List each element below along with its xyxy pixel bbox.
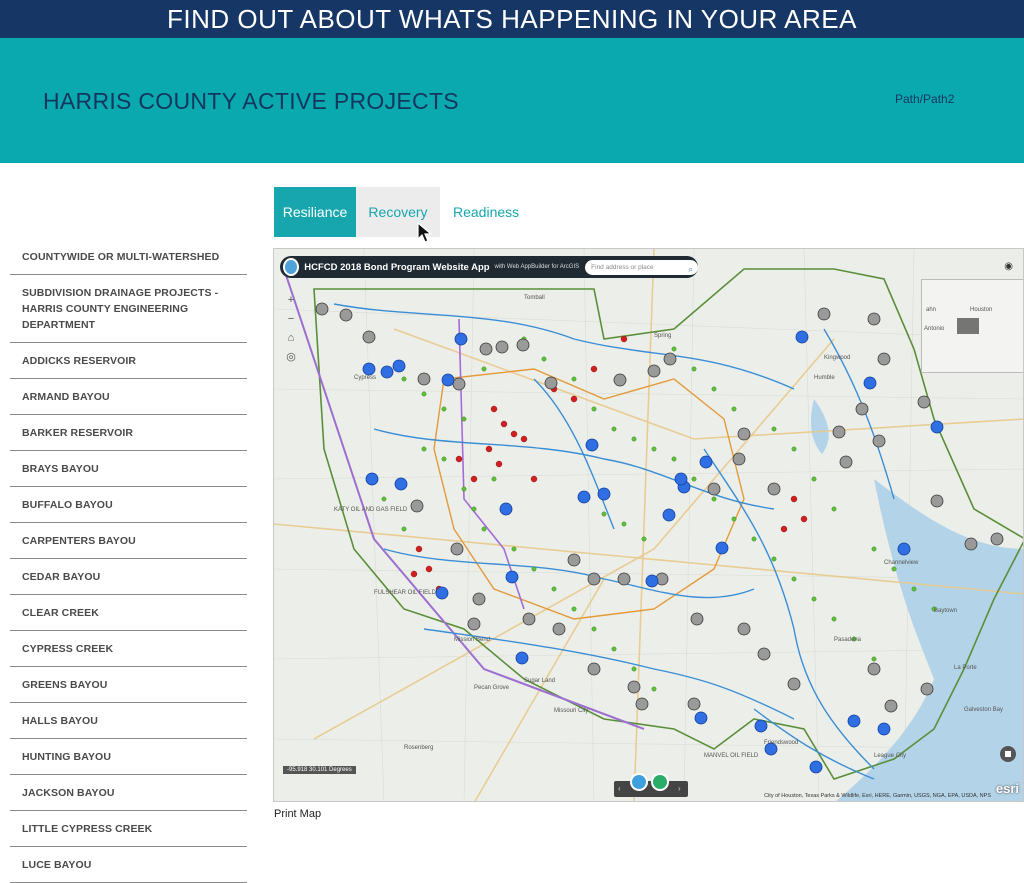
chevron-right-icon[interactable]: › — [678, 784, 681, 793]
watershed-item[interactable]: CEDAR BAYOU — [10, 559, 247, 595]
overview-extent[interactable] — [957, 318, 979, 334]
home-icon[interactable]: ⌂ — [284, 329, 298, 348]
hero-header: HARRIS COUNTY ACTIVE PROJECTS Path/Path2 — [0, 38, 1024, 163]
place-label: Pasadena — [834, 637, 862, 643]
top-banner: FIND OUT ABOUT WHATS HAPPENING IN YOUR A… — [0, 0, 1024, 38]
map-app-title: HCFCD 2018 Bond Program Website App — [304, 261, 490, 273]
layer-list-icon[interactable] — [630, 773, 648, 791]
place-label: League City — [874, 753, 906, 759]
place-label: Rosenberg — [404, 745, 433, 751]
place-label: Missouri City — [554, 708, 588, 714]
basemap-icon[interactable] — [651, 773, 669, 791]
watershed-item[interactable]: BUFFALO BAYOU — [10, 487, 247, 523]
watershed-item[interactable]: LUCE BAYOU — [10, 847, 247, 883]
watershed-list: COUNTYWIDE OR MULTI-WATERSHED SUBDIVISIO… — [10, 239, 247, 883]
place-label: FULSHEAR OIL FIELD — [374, 590, 436, 596]
place-label: Mission Bend — [454, 637, 490, 643]
map-nav-controls: + − ⌂ ◎ — [284, 291, 298, 367]
watershed-item[interactable]: ADDICKS RESERVOIR — [10, 343, 247, 379]
map-canvas[interactable]: KATY OIL AND GAS FIELD FULSHEAR OIL FIEL… — [274, 249, 1024, 802]
breadcrumb[interactable]: Path/Path2 — [895, 92, 954, 106]
page-title: HARRIS COUNTY ACTIVE PROJECTS — [43, 88, 459, 114]
zoom-in-button[interactable]: + — [284, 291, 298, 310]
watershed-item[interactable]: CARPENTERS BAYOU — [10, 523, 247, 559]
watershed-item[interactable]: BRAYS BAYOU — [10, 451, 247, 487]
overview-label: ahn — [926, 307, 937, 313]
mouse-cursor-icon — [417, 222, 433, 243]
place-label: Baytown — [934, 608, 957, 614]
watershed-item[interactable]: JACKSON BAYOU — [10, 775, 247, 811]
map-app-header: HCFCD 2018 Bond Program Website App with… — [280, 256, 698, 278]
print-map-link[interactable]: Print Map — [274, 808, 321, 820]
search-icon[interactable]: ⌕ — [689, 262, 693, 277]
place-label: Galveston Bay — [964, 707, 1003, 713]
overview-label: Antonio — [924, 326, 945, 332]
overview-map[interactable]: Houston Antonio ahn — [921, 279, 1023, 373]
zoom-out-button[interactable]: − — [284, 310, 298, 329]
place-label: Pecan Grove — [474, 685, 510, 691]
place-label: MANVEL OIL FIELD — [704, 753, 759, 759]
watershed-item[interactable]: HALLS BAYOU — [10, 703, 247, 739]
watershed-item[interactable]: GREENS BAYOU — [10, 667, 247, 703]
place-label: Tomball — [524, 295, 545, 301]
category-tabs: Resiliance Recovery Readiness — [274, 187, 532, 237]
place-label: Kingwood — [824, 355, 850, 361]
place-label: KATY OIL AND GAS FIELD — [334, 507, 408, 513]
map-app-subtitle: with Web AppBuilder for ArcGIS — [494, 264, 580, 270]
place-label: Spring — [654, 333, 671, 339]
app-logo-icon — [283, 258, 300, 276]
map-attribution: City of Houston, Texas Parks & Wildlife,… — [764, 793, 991, 799]
place-label: Channelview — [884, 560, 919, 566]
watershed-item[interactable]: LITTLE CYPRESS CREEK — [10, 811, 247, 847]
place-label: Sugar Land — [524, 678, 555, 684]
place-label: La Porte — [954, 665, 977, 671]
chevron-left-icon[interactable]: ‹ — [618, 784, 621, 793]
watershed-item[interactable]: COUNTYWIDE OR MULTI-WATERSHED — [10, 239, 247, 275]
locate-icon[interactable]: ◎ — [284, 348, 298, 367]
legend-icon[interactable] — [1000, 746, 1016, 762]
place-label: Friendswood — [764, 740, 798, 746]
coordinate-readout: -95.918 30.101 Degrees — [283, 766, 356, 774]
place-label: Cypress — [354, 375, 376, 381]
watershed-item[interactable]: BARKER RESERVOIR — [10, 415, 247, 451]
watershed-item[interactable]: SUBDIVISION DRAINAGE PROJECTS - HARRIS C… — [10, 275, 247, 343]
map-search-input[interactable]: Find address or place ⌕ — [585, 259, 698, 277]
tab-resiliance[interactable]: Resiliance — [274, 187, 356, 237]
watershed-item[interactable]: HUNTING BAYOU — [10, 739, 247, 775]
tab-readiness[interactable]: Readiness — [440, 187, 532, 237]
watershed-item[interactable]: CLEAR CREEK — [10, 595, 247, 631]
project-map[interactable]: KATY OIL AND GAS FIELD FULSHEAR OIL FIEL… — [273, 248, 1024, 802]
watershed-item[interactable]: ARMAND BAYOU — [10, 379, 247, 415]
search-placeholder: Find address or place — [591, 263, 654, 271]
eye-icon[interactable]: ◉ — [1004, 261, 1013, 272]
esri-logo: esri — [995, 781, 1019, 796]
overview-label: Houston — [970, 307, 993, 313]
place-label: Humble — [814, 375, 835, 381]
watershed-item[interactable]: CYPRESS CREEK — [10, 631, 247, 667]
